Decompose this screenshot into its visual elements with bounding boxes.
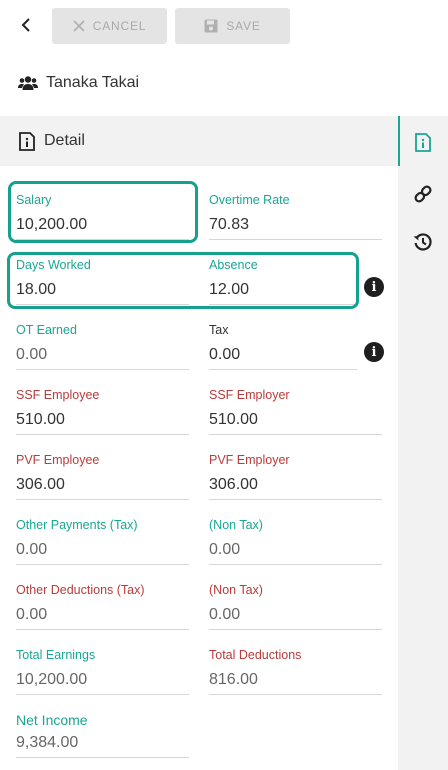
close-icon: [73, 20, 85, 32]
other-payments-tax-field[interactable]: Other Payments (Tax) 0.00: [16, 517, 189, 565]
tax-field[interactable]: Tax 0.00: [209, 322, 357, 370]
employee-name: Tanaka Takai: [46, 74, 140, 91]
days-worked-value[interactable]: 18.00: [16, 280, 189, 305]
save-button[interactable]: SAVE: [175, 8, 290, 44]
absence-value[interactable]: 12.00: [209, 280, 357, 305]
ssf-employee-field[interactable]: SSF Employee 510.00: [16, 387, 189, 435]
info-document-icon: [415, 132, 431, 152]
other-payments-non-tax-label: (Non Tax): [209, 518, 263, 532]
total-earnings-label: Total Earnings: [16, 648, 96, 662]
other-payments-tax-label: Other Payments (Tax): [16, 518, 138, 532]
pvf-employer-field[interactable]: PVF Employer 306.00: [209, 452, 382, 500]
ssf-employee-value[interactable]: 510.00: [16, 410, 189, 435]
net-income-label: Net Income: [16, 712, 88, 728]
total-earnings-value: 10,200.00: [16, 670, 189, 695]
back-button[interactable]: [14, 13, 38, 37]
other-deductions-tax-value[interactable]: 0.00: [16, 605, 189, 630]
tax-label: Tax: [209, 323, 229, 337]
cancel-label: CANCEL: [92, 19, 147, 33]
other-payments-non-tax-value[interactable]: 0.00: [209, 540, 382, 565]
pvf-employer-value[interactable]: 306.00: [209, 475, 382, 500]
ssf-employer-value[interactable]: 510.00: [209, 410, 382, 435]
pvf-employer-label: PVF Employer: [209, 453, 290, 467]
section-title: Detail: [44, 132, 85, 149]
absence-field[interactable]: Absence 12.00: [209, 257, 357, 305]
ssf-employer-label: SSF Employer: [209, 388, 290, 402]
history-icon: [413, 233, 432, 251]
salary-value[interactable]: 10,200.00: [16, 215, 189, 240]
employee-header: Tanaka Takai: [18, 70, 139, 96]
total-deductions-value: 816.00: [209, 670, 382, 695]
ssf-employer-field[interactable]: SSF Employer 510.00: [209, 387, 382, 435]
rail-detail-button[interactable]: [398, 122, 448, 162]
floppy-disk-icon: [204, 19, 218, 33]
cancel-button[interactable]: CANCEL: [52, 8, 167, 44]
info-document-icon: [19, 131, 35, 151]
ot-earned-label: OT Earned: [16, 323, 77, 337]
overtime-rate-field[interactable]: Overtime Rate 70.83: [209, 192, 382, 240]
info-icon[interactable]: i: [364, 342, 384, 362]
total-deductions-label: Total Deductions: [209, 648, 302, 662]
link-icon: [414, 185, 432, 203]
info-icon[interactable]: i: [364, 277, 384, 297]
ssf-employee-label: SSF Employee: [16, 388, 100, 402]
other-payments-non-tax-field[interactable]: (Non Tax) 0.00: [209, 517, 382, 565]
total-earnings-field: Total Earnings 10,200.00: [16, 647, 189, 695]
days-worked-label: Days Worked: [16, 258, 91, 272]
section-header: Detail: [0, 116, 398, 166]
absence-label: Absence: [209, 258, 258, 272]
save-label: SAVE: [226, 19, 261, 33]
users-icon: [18, 76, 38, 90]
side-rail: [398, 116, 448, 770]
toolbar: CANCEL SAVE: [0, 0, 448, 52]
ot-earned-field[interactable]: OT Earned 0.00: [16, 322, 189, 370]
net-income-value: 9,384.00: [16, 733, 189, 758]
pvf-employee-field[interactable]: PVF Employee 306.00: [16, 452, 189, 500]
other-deductions-non-tax-field[interactable]: (Non Tax) 0.00: [209, 582, 382, 630]
net-income-field: Net Income 9,384.00: [16, 712, 189, 758]
salary-label: Salary: [16, 193, 52, 207]
other-deductions-tax-label: Other Deductions (Tax): [16, 583, 145, 597]
chevron-left-icon: [21, 18, 30, 32]
other-deductions-tax-field[interactable]: Other Deductions (Tax) 0.00: [16, 582, 189, 630]
rail-history-button[interactable]: [398, 222, 448, 262]
tax-value[interactable]: 0.00: [209, 345, 357, 370]
days-worked-field[interactable]: Days Worked 18.00: [16, 257, 189, 305]
overtime-rate-value[interactable]: 70.83: [209, 215, 382, 240]
other-deductions-non-tax-value[interactable]: 0.00: [209, 605, 382, 630]
total-deductions-field: Total Deductions 816.00: [209, 647, 382, 695]
pvf-employee-value[interactable]: 306.00: [16, 475, 189, 500]
overtime-rate-label: Overtime Rate: [209, 193, 290, 207]
other-deductions-non-tax-label: (Non Tax): [209, 583, 263, 597]
rail-link-button[interactable]: [398, 174, 448, 214]
pvf-employee-label: PVF Employee: [16, 453, 100, 467]
ot-earned-value[interactable]: 0.00: [16, 345, 189, 370]
salary-field[interactable]: Salary 10,200.00: [16, 192, 189, 240]
other-payments-tax-value[interactable]: 0.00: [16, 540, 189, 565]
